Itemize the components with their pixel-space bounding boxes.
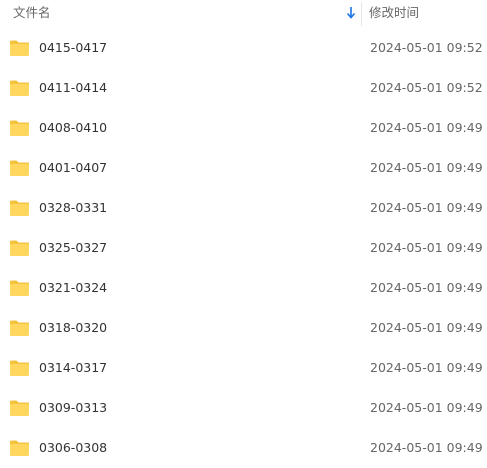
file-row[interactable]: 0318-0320 2024-05-01 09:49: [0, 308, 487, 348]
file-name: 0328-0331: [39, 200, 108, 215]
file-modified: 2024-05-01 09:52: [370, 80, 483, 95]
modified-column-label: 修改时间: [369, 5, 420, 20]
file-name: 0408-0410: [39, 120, 108, 135]
file-name: 0306-0308: [39, 440, 108, 455]
file-modified: 2024-05-01 09:52: [370, 40, 483, 55]
file-modified: 2024-05-01 09:49: [370, 120, 483, 135]
file-modified: 2024-05-01 09:49: [370, 280, 483, 295]
file-name: 0318-0320: [39, 320, 108, 335]
file-row[interactable]: 0401-0407 2024-05-01 09:49: [0, 148, 487, 188]
file-name: 0314-0317: [39, 360, 108, 375]
file-name: 0321-0324: [39, 280, 108, 295]
file-name: 0325-0327: [39, 240, 108, 255]
file-modified: 2024-05-01 09:49: [370, 160, 483, 175]
file-row[interactable]: 0325-0327 2024-05-01 09:49: [0, 228, 487, 268]
folder-icon: [10, 240, 29, 256]
file-row[interactable]: 0309-0313 2024-05-01 09:49: [0, 388, 487, 428]
file-name: 0411-0414: [39, 80, 108, 95]
arrow-down-icon[interactable]: [345, 6, 357, 20]
name-column-label: 文件名: [13, 5, 51, 20]
folder-icon: [10, 360, 29, 376]
file-modified: 2024-05-01 09:49: [370, 360, 483, 375]
folder-icon: [10, 200, 29, 216]
folder-icon: [10, 40, 29, 56]
file-row[interactable]: 0415-0417 2024-05-01 09:52: [0, 28, 487, 68]
folder-icon: [10, 160, 29, 176]
file-row[interactable]: 0328-0331 2024-05-01 09:49: [0, 188, 487, 228]
file-name: 0401-0407: [39, 160, 108, 175]
folder-icon: [10, 280, 29, 296]
file-modified: 2024-05-01 09:49: [370, 440, 483, 455]
file-row[interactable]: 0411-0414 2024-05-01 09:52: [0, 68, 487, 108]
file-list-header: 文件名 修改时间: [0, 0, 487, 27]
folder-icon: [10, 400, 29, 416]
file-row[interactable]: 0321-0324 2024-05-01 09:49: [0, 268, 487, 308]
file-row[interactable]: 0408-0410 2024-05-01 09:49: [0, 108, 487, 148]
file-modified: 2024-05-01 09:49: [370, 240, 483, 255]
folder-icon: [10, 440, 29, 456]
modified-column-header[interactable]: 修改时间: [362, 0, 487, 27]
file-modified: 2024-05-01 09:49: [370, 320, 483, 335]
folder-icon: [10, 320, 29, 336]
file-modified: 2024-05-01 09:49: [370, 200, 483, 215]
file-row[interactable]: 0314-0317 2024-05-01 09:49: [0, 348, 487, 388]
name-column-header[interactable]: 文件名: [0, 0, 362, 27]
file-modified: 2024-05-01 09:49: [370, 400, 483, 415]
file-row[interactable]: 0306-0308 2024-05-01 09:49: [0, 428, 487, 468]
file-name: 0309-0313: [39, 400, 108, 415]
folder-icon: [10, 80, 29, 96]
file-list: 0415-0417 2024-05-01 09:52 0411-0414 202…: [0, 28, 487, 468]
file-name: 0415-0417: [39, 40, 108, 55]
folder-icon: [10, 120, 29, 136]
